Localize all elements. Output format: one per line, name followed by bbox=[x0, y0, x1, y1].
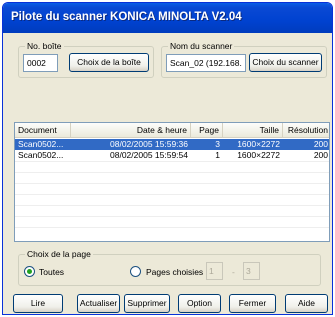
row-gridline bbox=[15, 161, 329, 162]
radio-all-pages[interactable] bbox=[24, 266, 35, 277]
row-gridline bbox=[15, 216, 329, 217]
row-gridline bbox=[15, 183, 329, 184]
window-title: Pilote du scanner KONICA MINOLTA V2.04 bbox=[11, 11, 242, 23]
scanner-name-field[interactable]: Scan_02 (192.168. bbox=[166, 54, 246, 72]
cell-document: Scan0502... bbox=[18, 139, 64, 149]
cell-size: 1600×2272 bbox=[237, 139, 280, 149]
page-from-field[interactable]: 1 bbox=[206, 262, 223, 280]
column-header-size[interactable]: Taille bbox=[223, 123, 283, 138]
option-button[interactable]: Option bbox=[178, 294, 221, 313]
radio-selected-pages[interactable] bbox=[130, 266, 141, 277]
row-gridline bbox=[15, 194, 329, 195]
page-choice-legend: Choix de la page bbox=[25, 249, 93, 260]
page-to-field[interactable]: 3 bbox=[243, 262, 260, 280]
row-gridline bbox=[15, 172, 329, 173]
delete-button[interactable]: Supprimer bbox=[124, 294, 170, 313]
close-button[interactable]: Fermer bbox=[229, 294, 276, 313]
scanner-name-legend: Nom du scanner bbox=[168, 41, 235, 52]
table-row[interactable]: Scan0502... 08/02/2005 15:59:36 3 1600×2… bbox=[15, 139, 329, 150]
cell-size: 1600×2272 bbox=[237, 150, 280, 160]
document-list[interactable]: Document Date & heure Page Taille Résolu… bbox=[14, 122, 330, 242]
column-header-resolution[interactable]: Résolution bbox=[283, 123, 329, 138]
cell-document: Scan0502... bbox=[18, 150, 64, 160]
table-row[interactable]: Scan0502... 08/02/2005 15:59:54 1 1600×2… bbox=[15, 150, 329, 161]
choose-box-button[interactable]: Choix de la boîte bbox=[69, 53, 149, 72]
radio-selected-pages-label[interactable]: Pages choisies bbox=[146, 266, 203, 278]
table-header: Document Date & heure Page Taille Résolu… bbox=[15, 123, 329, 138]
read-button[interactable]: Lire bbox=[13, 294, 63, 313]
cell-page: 1 bbox=[215, 150, 220, 160]
cell-date: 08/02/2005 15:59:36 bbox=[110, 139, 188, 149]
row-gridline bbox=[15, 205, 329, 206]
help-button[interactable]: Aide bbox=[285, 294, 328, 313]
choose-scanner-button[interactable]: Choix du scanner bbox=[249, 53, 322, 72]
cell-resolution: 200 bbox=[313, 150, 328, 160]
cell-resolution: 200 bbox=[313, 139, 328, 149]
column-header-page[interactable]: Page bbox=[191, 123, 223, 138]
scanner-driver-window: Pilote du scanner KONICA MINOLTA V2.04 N… bbox=[2, 2, 333, 315]
refresh-button[interactable]: Actualiser bbox=[77, 294, 120, 313]
title-bar[interactable]: Pilote du scanner KONICA MINOLTA V2.04 bbox=[3, 3, 332, 33]
column-header-date[interactable]: Date & heure bbox=[71, 123, 191, 138]
box-number-field[interactable]: 0002 bbox=[23, 54, 58, 72]
box-number-legend: No. boîte bbox=[25, 41, 64, 52]
radio-all-pages-label[interactable]: Toutes bbox=[39, 266, 64, 278]
row-gridline bbox=[15, 227, 329, 228]
cell-date: 08/02/2005 15:59:54 bbox=[110, 150, 188, 160]
column-header-document[interactable]: Document bbox=[15, 123, 71, 138]
cell-page: 3 bbox=[215, 139, 220, 149]
page-range-separator: - bbox=[232, 267, 235, 277]
